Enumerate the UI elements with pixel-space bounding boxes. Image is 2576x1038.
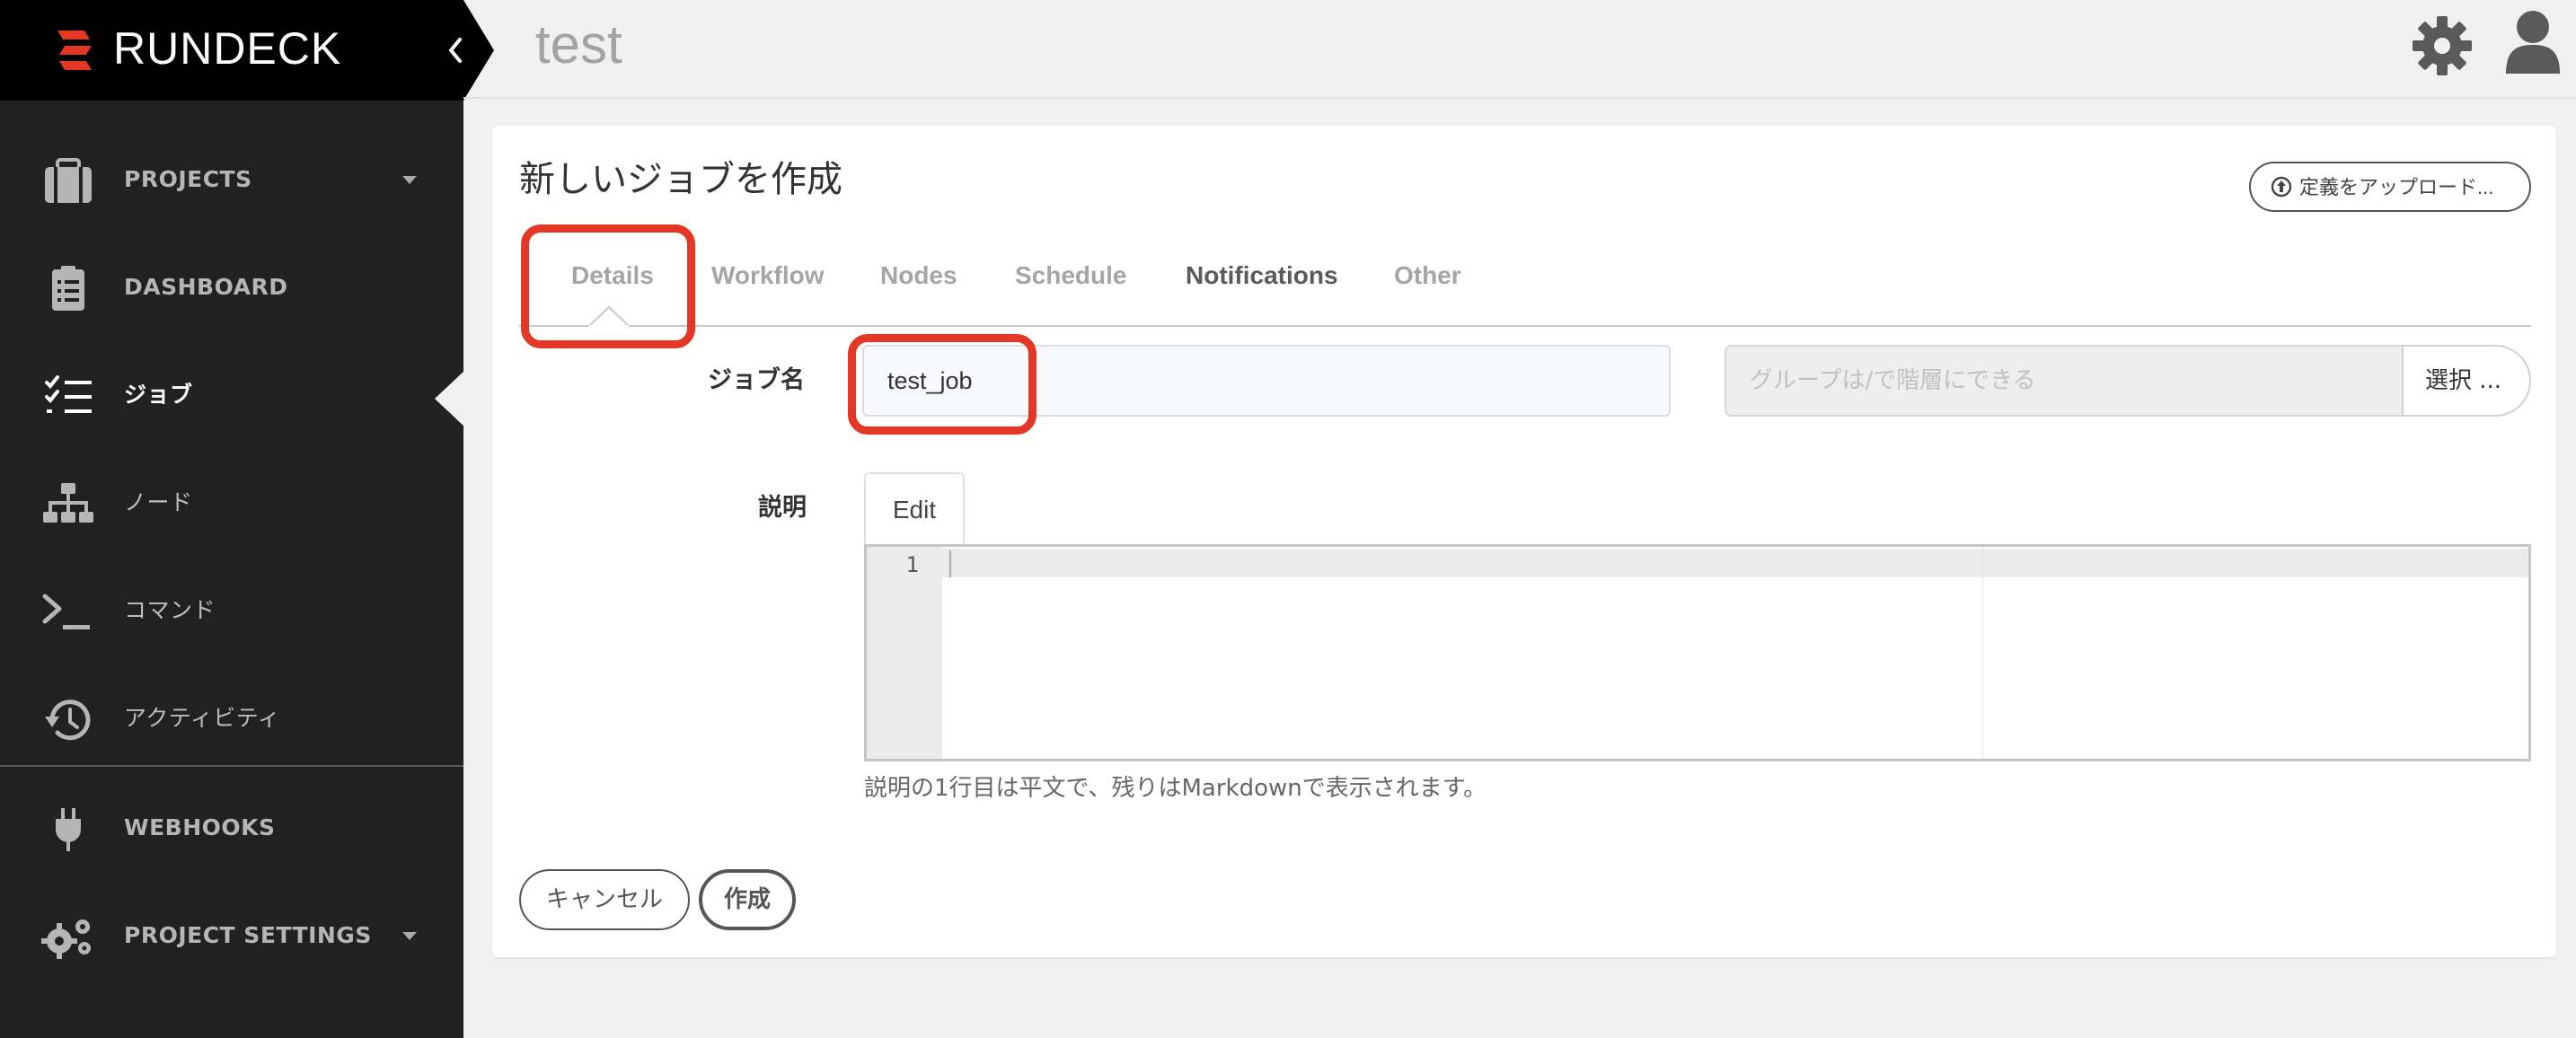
sidebar-item-webhooks[interactable]: WEBHOOKS (0, 783, 463, 873)
chevron-down-icon (402, 176, 417, 184)
page-title: 新しいジョブを作成 (519, 159, 842, 200)
sidebar-item-label: PROJECTS (124, 166, 252, 192)
history-icon (45, 699, 91, 741)
highlight-box-job-name (848, 334, 1037, 435)
editor-cursor (949, 550, 951, 577)
description-help-text: 説明の1行目は平文で、残りはMarkdownで表示されます。 (864, 775, 1487, 802)
editor-print-margin (1982, 547, 1983, 759)
sidebar-item-label: アクティビティ (124, 705, 281, 731)
sidebar-collapse-button[interactable] (435, 0, 494, 101)
sidebar-item-label: PROJECT SETTINGS (124, 922, 372, 948)
chevron-down-icon (402, 932, 417, 940)
checklist-icon (45, 375, 92, 413)
user-icon[interactable] (2504, 9, 2562, 74)
editor-tab-edit[interactable]: Edit (864, 472, 965, 546)
upload-circle-icon (2271, 176, 2292, 198)
plug-icon (56, 808, 81, 851)
tab-notifications[interactable]: Notifications (1186, 253, 1338, 298)
create-button[interactable]: 作成 (699, 869, 796, 930)
editor-active-line (942, 549, 2528, 577)
clipboard-icon (52, 266, 84, 311)
sidebar-item-label: WEBHOOKS (124, 814, 276, 840)
description-label: 説明 (758, 494, 807, 522)
sidebar-divider (0, 765, 463, 767)
brand-name[interactable]: RUNDECK (113, 22, 341, 75)
header-divider (463, 97, 2576, 99)
sidebar: RUNDECK PROJECTS DASHBOARD ジョブ ノード コマンド … (0, 0, 494, 1038)
sidebar-item-nodes[interactable]: ノード (0, 458, 463, 548)
project-title[interactable]: test (535, 11, 622, 79)
sidebar-item-label: DASHBOARD (124, 274, 288, 300)
sidebar-item-projects[interactable]: PROJECTS (0, 135, 463, 224)
sitemap-icon (43, 483, 93, 523)
cancel-button[interactable]: キャンセル (519, 869, 690, 930)
description-editor[interactable]: 1 (864, 544, 2531, 761)
sidebar-item-label: コマンド (124, 597, 216, 623)
upload-definition-label: 定義をアップロード... (2299, 176, 2494, 198)
tabs-divider (519, 325, 2531, 327)
select-group-button[interactable]: 選択 ... (2402, 345, 2531, 417)
sidebar-item-project-settings[interactable]: PROJECT SETTINGS (0, 891, 463, 981)
editor-line-number: 1 (905, 552, 919, 577)
active-indicator (435, 370, 465, 427)
rundeck-logo-icon[interactable] (56, 29, 95, 72)
highlight-box-details-tab (521, 224, 695, 348)
tab-workflow[interactable]: Workflow (711, 253, 824, 298)
group-input[interactable] (1725, 345, 2402, 417)
terminal-icon (42, 594, 90, 629)
gear-icon[interactable] (2411, 14, 2474, 77)
job-editor-panel (492, 126, 2556, 957)
gears-icon (41, 919, 91, 959)
upload-definition-button[interactable]: 定義をアップロード... (2249, 162, 2531, 212)
sidebar-item-activity[interactable]: アクティビティ (0, 673, 463, 763)
sidebar-item-dashboard[interactable]: DASHBOARD (0, 242, 463, 332)
sidebar-item-jobs[interactable]: ジョブ (0, 350, 463, 440)
sidebar-item-label: ノード (124, 489, 193, 515)
job-name-label: ジョブ名 (708, 366, 805, 394)
tab-other[interactable]: Other (1394, 253, 1461, 298)
tab-schedule[interactable]: Schedule (1015, 253, 1126, 298)
sidebar-item-label: ジョブ (124, 382, 193, 408)
sidebar-item-commands[interactable]: コマンド (0, 566, 463, 655)
briefcase-icon (45, 158, 92, 203)
tab-nodes[interactable]: Nodes (880, 253, 957, 298)
brand-bar: RUNDECK (0, 0, 463, 101)
